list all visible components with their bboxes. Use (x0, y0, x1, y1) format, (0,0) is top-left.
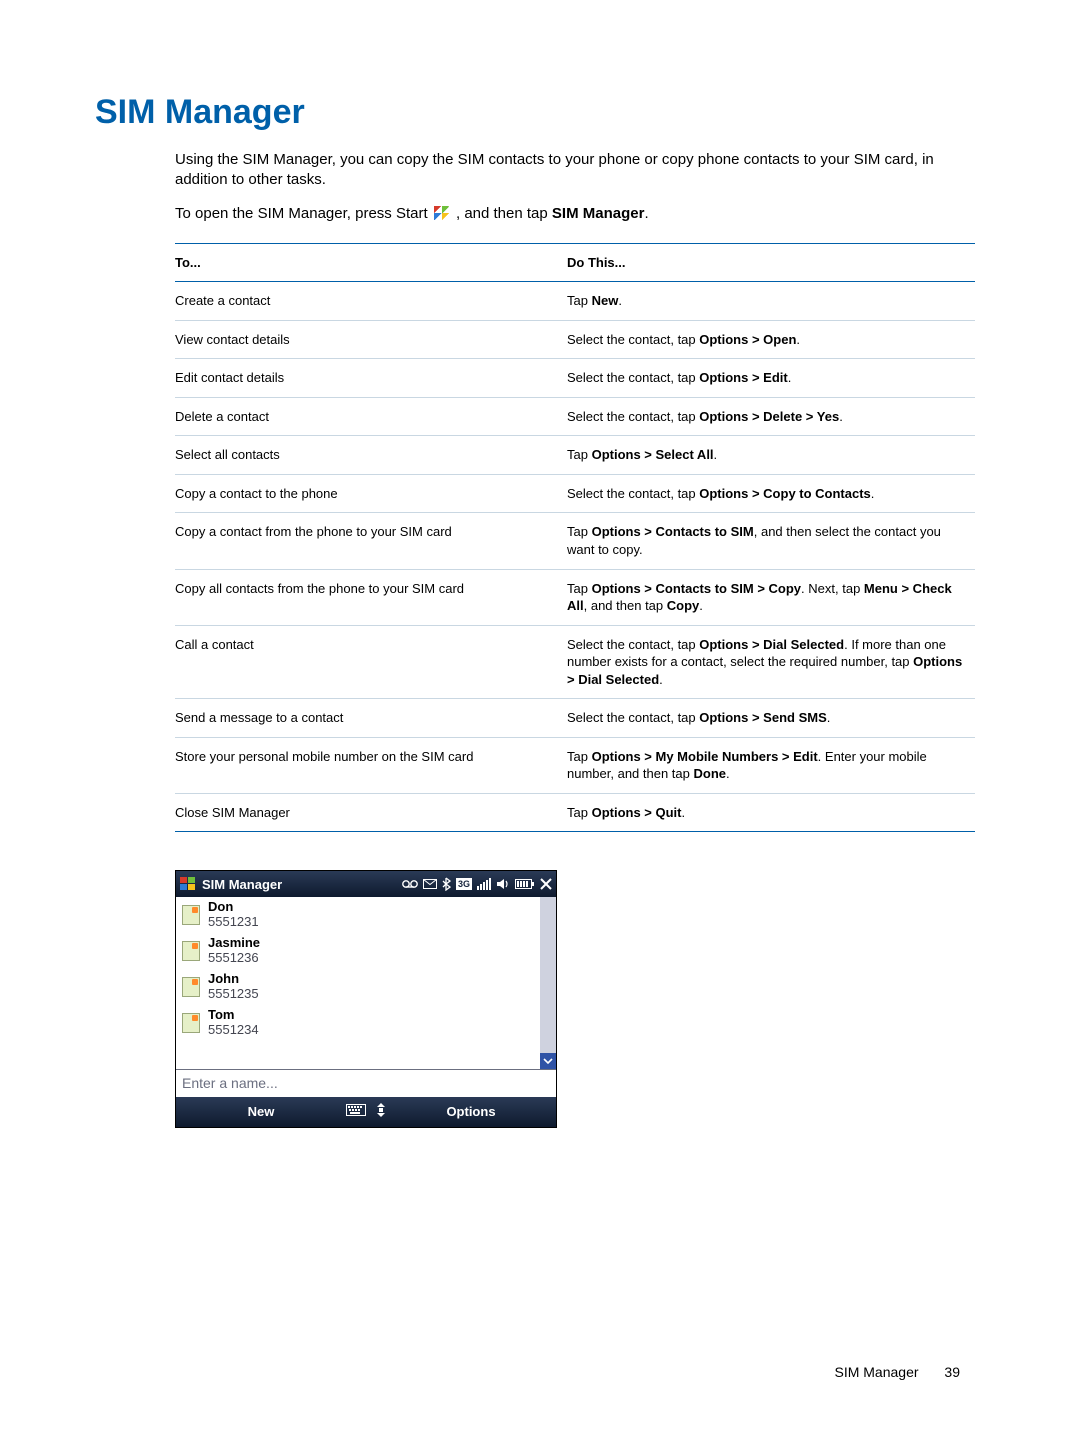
table-cell-do: Select the contact, tap Options > Send S… (567, 699, 975, 738)
3g-icon[interactable]: 3G (456, 878, 472, 890)
page-footer: SIM Manager 39 (834, 1363, 960, 1382)
device-title: SIM Manager (202, 876, 282, 894)
table-row: Store your personal mobile number on the… (175, 737, 975, 793)
table-row: Send a message to a contactSelect the co… (175, 699, 975, 738)
table-cell-do: Select the contact, tap Options > Copy t… (567, 474, 975, 513)
contact-text: Tom5551234 (208, 1008, 259, 1038)
open-target: SIM Manager (552, 205, 645, 222)
table-row: Copy a contact from the phone to your SI… (175, 513, 975, 569)
table-row: Copy a contact to the phoneSelect the co… (175, 474, 975, 513)
contact-name: Don (208, 900, 259, 915)
footer-section: SIM Manager (834, 1364, 918, 1380)
table-cell-to: Copy a contact to the phone (175, 474, 567, 513)
device-titlebar: SIM Manager 3G (176, 871, 556, 897)
signal-icon[interactable] (477, 878, 491, 890)
battery-icon[interactable] (515, 879, 535, 889)
body-block: Using the SIM Manager, you can copy the … (175, 150, 975, 833)
list-item[interactable]: John5551235 (176, 969, 540, 1005)
table-cell-do: Tap Options > Contacts to SIM, and then … (567, 513, 975, 569)
table-row: Close SIM ManagerTap Options > Quit. (175, 793, 975, 832)
voicemail-icon[interactable] (402, 879, 418, 889)
table-header-do: Do This... (567, 243, 975, 282)
start-icon (434, 206, 450, 220)
input-method-icon[interactable] (376, 1103, 386, 1122)
contact-number: 5551235 (208, 987, 259, 1002)
footer-page-number: 39 (944, 1364, 960, 1380)
sim-contact-icon (182, 941, 200, 961)
contact-name: Tom (208, 1008, 259, 1023)
list-item[interactable]: Don5551231 (176, 897, 540, 933)
device-softkey-bar: New Options (176, 1097, 556, 1127)
table-cell-do: Tap New. (567, 282, 975, 321)
intro-paragraph: Using the SIM Manager, you can copy the … (175, 150, 975, 191)
table-cell-do: Select the contact, tap Options > Edit. (567, 359, 975, 398)
table-cell-do: Tap Options > Select All. (567, 436, 975, 475)
svg-text:3G: 3G (458, 879, 470, 889)
scrollbar[interactable] (540, 897, 556, 1069)
table-row: View contact detailsSelect the contact, … (175, 320, 975, 359)
table-row: Select all contactsTap Options > Select … (175, 436, 975, 475)
table-cell-to: Edit contact details (175, 359, 567, 398)
table-cell-to: Close SIM Manager (175, 793, 567, 832)
list-item[interactable]: Tom5551234 (176, 1005, 540, 1041)
contact-number: 5551234 (208, 1023, 259, 1038)
table-cell-to: Create a contact (175, 282, 567, 321)
open-instruction: To open the SIM Manager, press Start , a… (175, 204, 975, 224)
contact-text: Jasmine5551236 (208, 936, 260, 966)
open-prefix: To open the SIM Manager, press Start (175, 205, 432, 222)
list-item[interactable]: Jasmine5551236 (176, 933, 540, 969)
table-cell-to: Select all contacts (175, 436, 567, 475)
page-title: SIM Manager (95, 90, 985, 136)
table-cell-to: Delete a contact (175, 397, 567, 436)
contact-list[interactable]: Don5551231Jasmine5551236John5551235Tom55… (176, 897, 540, 1041)
table-row: Delete a contactSelect the contact, tap … (175, 397, 975, 436)
open-suffix: . (644, 205, 648, 222)
table-cell-do: Tap Options > Contacts to SIM > Copy. Ne… (567, 569, 975, 625)
contact-number: 5551231 (208, 915, 259, 930)
softkey-new[interactable]: New (176, 1103, 346, 1121)
table-cell-to: View contact details (175, 320, 567, 359)
table-row: Copy all contacts from the phone to your… (175, 569, 975, 625)
table-row: Create a contactTap New. (175, 282, 975, 321)
device-status-icons: 3G (402, 877, 552, 891)
start-menu-icon[interactable] (180, 877, 196, 891)
table-cell-do: Select the contact, tap Options > Open. (567, 320, 975, 359)
contact-text: John5551235 (208, 972, 259, 1002)
table-header-to: To... (175, 243, 567, 282)
table-cell-do: Select the contact, tap Options > Dial S… (567, 625, 975, 699)
device-main: Don5551231Jasmine5551236John5551235Tom55… (176, 897, 540, 1069)
table-row: Call a contactSelect the contact, tap Op… (175, 625, 975, 699)
list-empty-space (176, 1041, 540, 1069)
keyboard-icon[interactable] (346, 1103, 366, 1121)
table-row: Edit contact detailsSelect the contact, … (175, 359, 975, 398)
table-cell-do: Select the contact, tap Options > Delete… (567, 397, 975, 436)
table-cell-to: Copy all contacts from the phone to your… (175, 569, 567, 625)
volume-icon[interactable] (496, 878, 510, 890)
device-screenshot: SIM Manager 3G Don5551231Jasmine5551236J… (175, 870, 557, 1127)
scroll-down-icon[interactable] (540, 1053, 556, 1069)
instruction-table: To... Do This... Create a contactTap New… (175, 243, 975, 833)
table-cell-to: Send a message to a contact (175, 699, 567, 738)
table-cell-to: Call a contact (175, 625, 567, 699)
sim-contact-icon (182, 977, 200, 997)
device-body: Don5551231Jasmine5551236John5551235Tom55… (176, 897, 556, 1069)
softkey-options[interactable]: Options (386, 1103, 556, 1121)
bluetooth-icon[interactable] (442, 877, 451, 891)
envelope-icon[interactable] (423, 879, 437, 889)
table-cell-to: Store your personal mobile number on the… (175, 737, 567, 793)
softkey-center (346, 1103, 386, 1122)
contact-name: John (208, 972, 259, 987)
sim-contact-icon (182, 905, 200, 925)
table-cell-do: Tap Options > My Mobile Numbers > Edit. … (567, 737, 975, 793)
document-page: SIM Manager Using the SIM Manager, you c… (0, 0, 1080, 1437)
contact-text: Don5551231 (208, 900, 259, 930)
contact-name: Jasmine (208, 936, 260, 951)
open-mid: , and then tap (456, 205, 552, 222)
table-cell-to: Copy a contact from the phone to your SI… (175, 513, 567, 569)
table-cell-do: Tap Options > Quit. (567, 793, 975, 832)
contact-number: 5551236 (208, 951, 260, 966)
close-icon[interactable] (540, 878, 552, 890)
sim-contact-icon (182, 1013, 200, 1033)
name-input[interactable]: Enter a name... (176, 1069, 556, 1097)
